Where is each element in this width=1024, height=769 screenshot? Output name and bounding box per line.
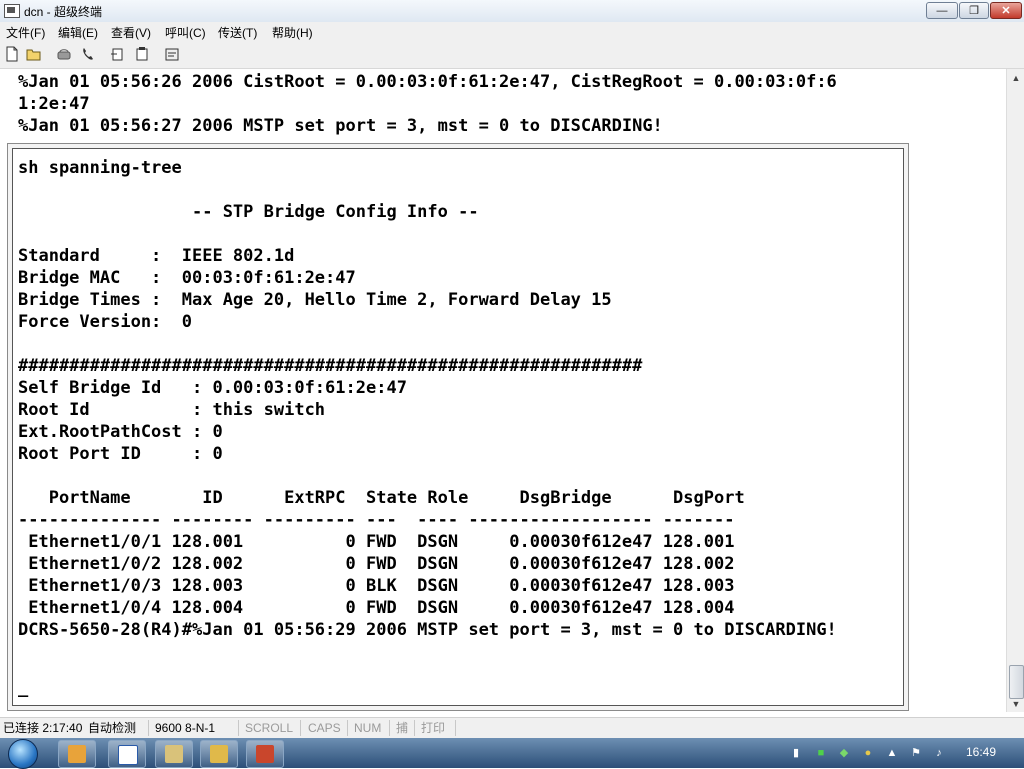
word-icon: [118, 745, 138, 765]
menu-transfer[interactable]: 传送(T): [218, 24, 257, 41]
open-icon[interactable]: [26, 46, 42, 62]
terminal-line: -- STP Bridge Config Info --: [18, 202, 479, 222]
status-scroll: SCROLL: [245, 721, 294, 735]
tray-device-icon[interactable]: ▮: [790, 747, 802, 759]
terminal-inner-window: sh spanning-tree -- STP Bridge Config In…: [12, 148, 904, 706]
terminal-line: ########################################…: [18, 356, 643, 376]
status-divider: [389, 720, 390, 736]
menu-bar: 文件(F) 编辑(E) 查看(V) 呼叫(C) 传送(T) 帮助(H): [0, 22, 1024, 42]
terminal-line: %Jan 01 05:56:27 2006 MSTP set port = 3,…: [18, 116, 663, 136]
table-header: PortName ID ExtRPC State Role DsgBridge …: [18, 488, 745, 508]
table-row: Ethernet1/0/3 128.003 0 BLK DSGN 0.00030…: [18, 576, 735, 596]
vertical-scrollbar[interactable]: ▲ ▼: [1006, 69, 1024, 712]
taskbar-files-button[interactable]: [155, 740, 193, 768]
menu-view[interactable]: 查看(V): [111, 24, 151, 41]
terminal-line: Standard : IEEE 802.1d: [18, 246, 295, 266]
status-divider: [414, 720, 415, 736]
table-separator: -------------- -------- --------- --- --…: [18, 510, 735, 530]
terminal-line: Self Bridge Id : 0.00:03:0f:61:2e:47: [18, 378, 407, 398]
taskbar-explorer-button[interactable]: [58, 740, 96, 768]
app-icon-yellow: [210, 745, 228, 763]
tray-app-icon[interactable]: ●: [862, 747, 874, 759]
terminal-line: Bridge MAC : 00:03:0f:61:2e:47: [18, 268, 356, 288]
toolbar: [0, 42, 1024, 69]
status-connection: 已连接 2:17:40: [3, 721, 83, 735]
taskbar: ▮ ■ ◆ ● ▲ ⚑ ♪ 16:49: [0, 738, 1024, 769]
status-divider: [347, 720, 348, 736]
terminal-line: 1:2e:47: [18, 94, 90, 114]
tray-network-icon[interactable]: ■: [815, 747, 827, 759]
terminal-line: sh spanning-tree: [18, 158, 182, 178]
taskbar-word-button[interactable]: [108, 740, 146, 768]
powerpoint-icon: [256, 745, 274, 763]
tray-shield-icon[interactable]: ◆: [838, 747, 850, 759]
terminal-line: Force Version: 0: [18, 312, 192, 332]
minimize-button[interactable]: —: [926, 2, 958, 19]
new-icon[interactable]: [4, 46, 20, 62]
scroll-up-icon[interactable]: ▲: [1009, 71, 1023, 85]
menu-help[interactable]: 帮助(H): [272, 24, 313, 41]
clock[interactable]: 16:49: [966, 745, 996, 759]
menu-file[interactable]: 文件(F): [6, 24, 45, 41]
scroll-thumb[interactable]: [1009, 665, 1024, 699]
terminal-line: Root Port ID : 0: [18, 444, 223, 464]
terminal-area[interactable]: %Jan 01 05:56:26 2006 CistRoot = 0.00:03…: [0, 69, 1006, 712]
scroll-down-icon[interactable]: ▼: [1009, 697, 1023, 711]
status-num: NUM: [354, 721, 382, 735]
terminal-line: Bridge Times : Max Age 20, Hello Time 2,…: [18, 290, 612, 310]
volume-icon[interactable]: ♪: [933, 747, 945, 759]
menu-call[interactable]: 呼叫(C): [165, 24, 206, 41]
tray-flag-icon[interactable]: ⚑: [910, 747, 922, 759]
tray-tool-icon[interactable]: ▲: [886, 747, 898, 759]
status-divider: [238, 720, 239, 736]
close-button[interactable]: ✕: [990, 2, 1022, 19]
title-bar: dcn - 超级终端 — ❐ ✕: [0, 0, 1024, 23]
start-button[interactable]: [8, 739, 38, 769]
cursor: _: [18, 678, 29, 698]
terminal-line: %Jan 01 05:56:26 2006 CistRoot = 0.00:03…: [18, 72, 837, 92]
receive-icon[interactable]: [134, 46, 150, 62]
window-title: dcn - 超级终端: [24, 5, 103, 19]
table-row: Ethernet1/0/2 128.002 0 FWD DSGN 0.00030…: [18, 554, 735, 574]
terminal-prompt-line: DCRS-5650-28(R4)#%Jan 01 05:56:29 2006 M…: [18, 620, 837, 640]
properties-icon[interactable]: [164, 46, 180, 62]
maximize-button[interactable]: ❐: [959, 2, 989, 19]
status-baud: 9600 8-N-1: [155, 721, 216, 735]
terminal-line: Root Id : this switch: [18, 400, 326, 420]
taskbar-powerpoint-button[interactable]: [246, 740, 284, 768]
disconnect-icon[interactable]: [56, 46, 72, 62]
taskbar-app-button[interactable]: [200, 740, 238, 768]
terminal-line: Ext.RootPathCost : 0: [18, 422, 223, 442]
menu-edit[interactable]: 编辑(E): [58, 24, 98, 41]
status-caps: CAPS: [308, 721, 341, 735]
status-divider: [300, 720, 301, 736]
send-icon[interactable]: [110, 46, 126, 62]
file-manager-icon: [165, 745, 183, 763]
app-icon[interactable]: [4, 4, 20, 18]
table-row: Ethernet1/0/1 128.001 0 FWD DSGN 0.00030…: [18, 532, 735, 552]
status-capture: 捕: [396, 721, 409, 735]
call-icon[interactable]: [80, 46, 96, 62]
status-divider: [148, 720, 149, 736]
folder-icon: [68, 745, 86, 763]
status-divider: [455, 720, 456, 736]
table-row: Ethernet1/0/4 128.004 0 FWD DSGN 0.00030…: [18, 598, 735, 618]
status-bar: 已连接 2:17:40 自动检测 9600 8-N-1 SCROLL CAPS …: [0, 717, 1024, 738]
status-detect: 自动检测: [88, 721, 137, 735]
status-print: 打印: [421, 721, 446, 735]
